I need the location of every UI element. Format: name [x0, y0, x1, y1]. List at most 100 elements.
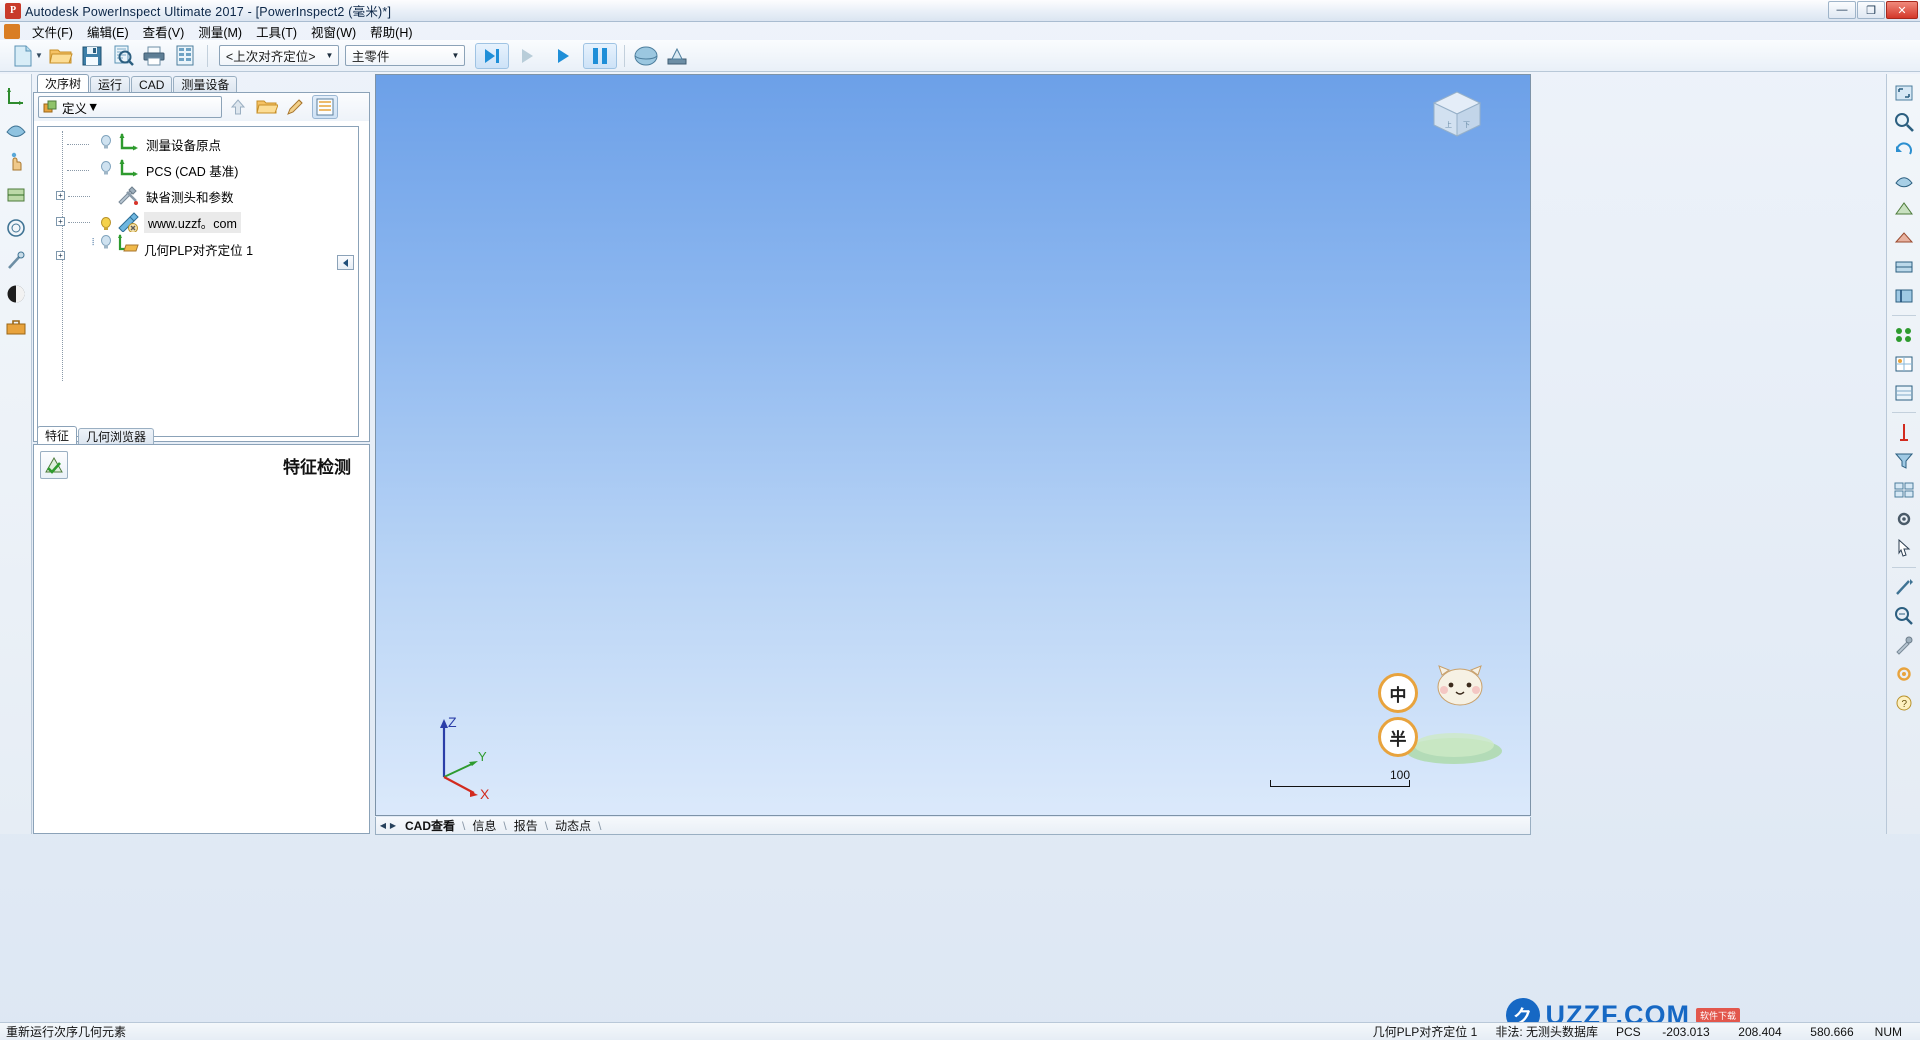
- open-group-button[interactable]: [254, 95, 280, 119]
- chevron-down-icon[interactable]: ▼: [447, 46, 464, 65]
- wireframe-button[interactable]: [1890, 225, 1918, 251]
- properties-button[interactable]: [312, 95, 338, 119]
- minimize-button[interactable]: —: [1828, 1, 1856, 19]
- cursor-button[interactable]: [1890, 535, 1918, 561]
- circle-group-tool[interactable]: [3, 216, 29, 240]
- bottom-tab-dynamic-point[interactable]: 动态点: [548, 817, 598, 834]
- probe-sphere-button[interactable]: [632, 42, 661, 70]
- report-button[interactable]: [171, 42, 200, 70]
- annotation-button[interactable]: [1890, 419, 1918, 445]
- new-document-button[interactable]: [8, 42, 37, 70]
- sequence-tree[interactable]: 测量设备原点 PCS (CAD 基准) + 缺省测头和参数 + www.uzzf…: [37, 126, 359, 437]
- settings-button[interactable]: [1890, 506, 1918, 532]
- pan-button[interactable]: [1890, 167, 1918, 193]
- step-run-button[interactable]: [474, 42, 509, 69]
- menu-item-tools[interactable]: 工具(T): [249, 21, 304, 42]
- section-tool[interactable]: [3, 183, 29, 207]
- tree-item-measure-origin[interactable]: 测量设备原点: [38, 131, 358, 157]
- help-button[interactable]: ?: [1890, 690, 1918, 716]
- cad-viewport[interactable]: 上下 Z Y X 100 中 半: [375, 74, 1531, 816]
- tab-sequence-tree[interactable]: 次序树: [37, 74, 90, 92]
- left-panel: 次序树 运行 CAD 测量设备 定义 ▼ 测量设备原点 PCS (CAD 基准)…: [33, 74, 370, 834]
- toolbox-tool[interactable]: [3, 315, 29, 339]
- menu-bar: 文件(F) 编辑(E) 查看(V) 测量(M) 工具(T) 视窗(W) 帮助(H…: [0, 21, 1920, 63]
- feature-check-icon[interactable]: [40, 451, 68, 479]
- point-cloud-button[interactable]: [1890, 322, 1918, 348]
- alignment-combo-value: <上次对齐定位>: [225, 50, 316, 64]
- viewport-bottom-tabs: ◀ ▶ CAD查看 \ 信息 \ 报告 \ 动态点 \: [375, 817, 1531, 835]
- status-alignment: 几何PLP对齐定位 1: [1372, 1025, 1478, 1039]
- maximize-button[interactable]: ❐: [1857, 1, 1885, 19]
- menu-item-view[interactable]: 查看(V): [136, 21, 192, 42]
- tab-feature[interactable]: 特征: [37, 426, 78, 444]
- bulb-yellow-icon: [100, 217, 112, 234]
- tree-item-default-probe[interactable]: + 缺省测头和参数: [38, 183, 358, 209]
- chevron-down-icon[interactable]: ▼: [87, 100, 99, 114]
- fit-view-button[interactable]: [1890, 80, 1918, 106]
- tab-geometry-browser[interactable]: 几何浏览器: [78, 428, 155, 444]
- pause-button[interactable]: [582, 42, 617, 69]
- gear-button[interactable]: [1890, 661, 1918, 687]
- geometric-alignment-tool[interactable]: [3, 84, 29, 108]
- table-button[interactable]: [1890, 477, 1918, 503]
- filter-button[interactable]: [1890, 448, 1918, 474]
- bottom-tab-cad-view[interactable]: CAD查看: [398, 817, 462, 834]
- wrench-button[interactable]: [1890, 632, 1918, 658]
- expand-button[interactable]: +: [56, 217, 65, 226]
- part-combo-value: 主零件: [351, 50, 390, 64]
- close-button[interactable]: ✕: [1886, 1, 1918, 19]
- shade-button[interactable]: [1890, 196, 1918, 222]
- alignment-combo[interactable]: <上次对齐定位> ▼: [218, 45, 339, 66]
- run-from-button[interactable]: [511, 43, 545, 69]
- expand-button[interactable]: +: [56, 251, 65, 260]
- section-view-button[interactable]: [1890, 283, 1918, 309]
- surface-tool[interactable]: [3, 117, 29, 141]
- menu-item-window[interactable]: 视窗(W): [304, 21, 363, 42]
- grid-button[interactable]: [1890, 351, 1918, 377]
- view-cube-icon[interactable]: 上下: [1426, 87, 1488, 145]
- zoom-button[interactable]: [1890, 109, 1918, 135]
- play-button[interactable]: [547, 43, 581, 69]
- tree-mode-value: 定义: [62, 101, 88, 116]
- tab-cad[interactable]: CAD: [131, 76, 173, 92]
- layers-stack-button[interactable]: [1890, 380, 1918, 406]
- tree-mode-combo[interactable]: 定义 ▼: [38, 96, 222, 118]
- status-message: 重新运行次序几何元素: [6, 1025, 127, 1039]
- chevron-down-icon[interactable]: ▼: [35, 51, 43, 60]
- save-button[interactable]: [78, 42, 107, 70]
- menu-item-file[interactable]: 文件(F): [25, 21, 80, 42]
- tab-nav-next-button[interactable]: ▶: [388, 819, 398, 833]
- print-preview-button[interactable]: [109, 42, 138, 70]
- menu-item-edit[interactable]: 编辑(E): [80, 21, 136, 42]
- menu-item-measure[interactable]: 测量(M): [191, 21, 249, 42]
- touch-point-tool[interactable]: [3, 150, 29, 174]
- expand-button[interactable]: +: [56, 191, 65, 200]
- open-button[interactable]: [47, 42, 76, 70]
- tab-run[interactable]: 运行: [90, 76, 131, 92]
- collapse-panel-button[interactable]: [337, 255, 354, 270]
- status-x-value: -203.013: [1662, 1024, 1710, 1039]
- sphere-shade-tool[interactable]: [3, 282, 29, 306]
- tree-item-plp-alignment[interactable]: + ⦙ 几何PLP对齐定位 1: [38, 234, 358, 261]
- edit-button[interactable]: [283, 95, 309, 119]
- tree-dash: [68, 196, 90, 197]
- bottom-tab-info[interactable]: 信息: [465, 817, 503, 834]
- part-combo[interactable]: 主零件 ▼: [344, 45, 465, 66]
- tree-item-uzzf[interactable]: + www.uzzf。com: [38, 209, 358, 235]
- fixture-button[interactable]: [663, 42, 692, 70]
- tree-item-pcs[interactable]: PCS (CAD 基准): [38, 157, 358, 183]
- scale-value: 100: [1389, 768, 1410, 782]
- menu-item-help[interactable]: 帮助(H): [363, 21, 419, 42]
- render-button[interactable]: [1890, 254, 1918, 280]
- rotate-view-button[interactable]: [1890, 138, 1918, 164]
- inspect-button[interactable]: [1890, 603, 1918, 629]
- tab-measuring-device[interactable]: 测量设备: [173, 76, 238, 92]
- tab-nav-prev-button[interactable]: ◀: [378, 819, 388, 833]
- probe-tool[interactable]: [3, 249, 29, 273]
- move-up-button[interactable]: [225, 95, 251, 119]
- print-button[interactable]: [140, 42, 169, 70]
- bottom-tab-report[interactable]: 报告: [507, 817, 545, 834]
- chevron-down-icon[interactable]: ▼: [321, 46, 338, 65]
- measure-button[interactable]: [1890, 574, 1918, 600]
- toolbar-separator: [623, 44, 625, 67]
